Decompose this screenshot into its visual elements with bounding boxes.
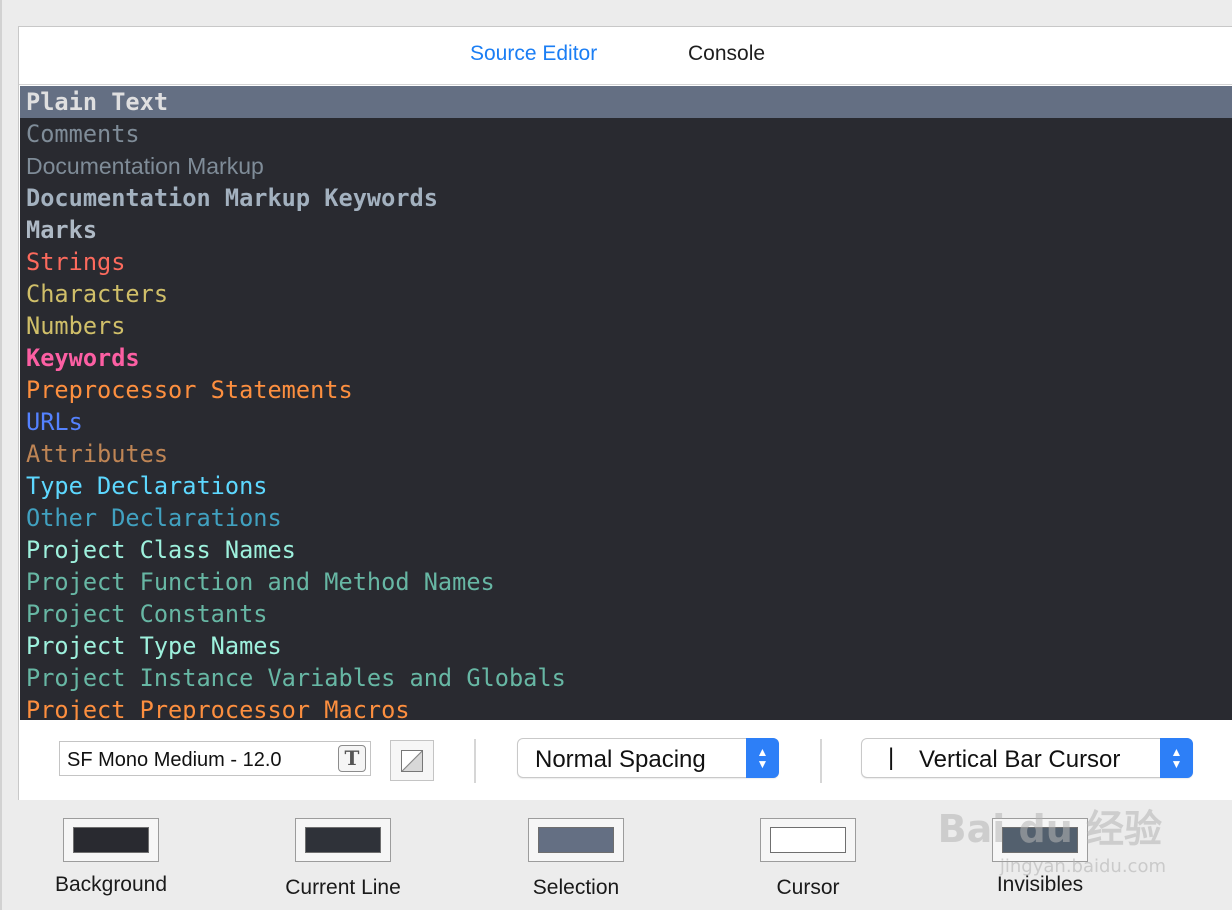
syntax-item[interactable]: Attributes <box>20 438 1232 470</box>
divider <box>820 739 822 783</box>
swatch-background[interactable]: Background <box>11 818 211 897</box>
divider <box>474 739 476 783</box>
syntax-item[interactable]: Project Type Names <box>20 630 1232 662</box>
syntax-item[interactable]: Plain Text <box>20 86 1232 118</box>
syntax-item[interactable]: Project Function and Method Names <box>20 566 1232 598</box>
cursor-style-value: Vertical Bar Cursor <box>919 746 1121 773</box>
color-well[interactable] <box>63 818 159 862</box>
color-swatch <box>770 827 846 853</box>
cursor-style-popup[interactable]: | Vertical Bar Cursor ▲ ▼ <box>861 738 1193 778</box>
resize-icon <box>401 750 423 772</box>
syntax-item[interactable]: Characters <box>20 278 1232 310</box>
syntax-item[interactable]: Preprocessor Statements <box>20 374 1232 406</box>
syntax-item[interactable]: Strings <box>20 246 1232 278</box>
syntax-item[interactable]: Numbers <box>20 310 1232 342</box>
syntax-item[interactable]: Project Class Names <box>20 534 1232 566</box>
syntax-item[interactable]: Project Preprocessor Macros <box>20 694 1232 720</box>
editor-options-bar: SF Mono Medium - 12.0 T Normal Spacing ▲… <box>19 721 1232 800</box>
swatch-selection[interactable]: Selection <box>476 818 676 900</box>
color-well[interactable] <box>528 818 624 862</box>
color-swatch <box>73 827 149 853</box>
syntax-item[interactable]: URLs <box>20 406 1232 438</box>
syntax-item[interactable]: Documentation Markup <box>20 150 1232 182</box>
swatch-label: Invisibles <box>996 873 1084 896</box>
syntax-item[interactable]: Comments <box>20 118 1232 150</box>
swatch-cursor[interactable]: Cursor <box>708 818 908 900</box>
font-value: SF Mono Medium - 12.0 <box>67 749 282 771</box>
color-well[interactable] <box>760 818 856 862</box>
color-swatch <box>538 827 614 853</box>
font-picker-icon[interactable]: T <box>338 745 366 772</box>
chevron-up-down-icon: ▲ ▼ <box>746 738 779 778</box>
color-well[interactable] <box>295 818 391 862</box>
syntax-item-list[interactable]: Plain Text Comments Documentation Markup Do… <box>20 86 1232 720</box>
syntax-item[interactable]: Other Declarations <box>20 502 1232 534</box>
font-size-button[interactable] <box>390 740 434 781</box>
line-spacing-popup[interactable]: Normal Spacing ▲ ▼ <box>517 738 779 778</box>
syntax-item[interactable]: Marks <box>20 214 1232 246</box>
tab-source-editor[interactable]: Source Editor <box>470 42 597 66</box>
chevron-up-down-icon: ▲ ▼ <box>1160 738 1193 778</box>
color-swatch <box>305 827 381 853</box>
syntax-item[interactable]: Project Instance Variables and Globals <box>20 662 1232 694</box>
tab-console[interactable]: Console <box>688 42 765 66</box>
swatch-label: Cursor <box>776 876 840 899</box>
syntax-item[interactable]: Documentation Markup Keywords <box>20 182 1232 214</box>
swatch-current-line[interactable]: Current Line <box>243 818 443 900</box>
swatch-label: Background <box>54 873 168 896</box>
line-spacing-value: Normal Spacing <box>535 746 706 773</box>
fonts-and-colors-panel: Source Editor Console Plain Text Comments… <box>18 26 1232 800</box>
swatch-label: Selection <box>532 876 620 899</box>
font-field[interactable]: SF Mono Medium - 12.0 T <box>59 741 371 776</box>
swatch-label: Current Line <box>285 876 401 899</box>
left-edge-divider <box>0 0 2 910</box>
vertical-bar-cursor-icon: | <box>888 744 895 771</box>
syntax-item[interactable]: Keywords <box>20 342 1232 374</box>
tab-bar: Source Editor Console <box>19 27 1232 85</box>
syntax-item[interactable]: Type Declarations <box>20 470 1232 502</box>
color-swatch <box>1002 827 1078 853</box>
syntax-item[interactable]: Project Constants <box>20 598 1232 630</box>
swatch-invisibles[interactable]: Invisibles <box>940 818 1140 897</box>
color-well[interactable] <box>992 818 1088 862</box>
